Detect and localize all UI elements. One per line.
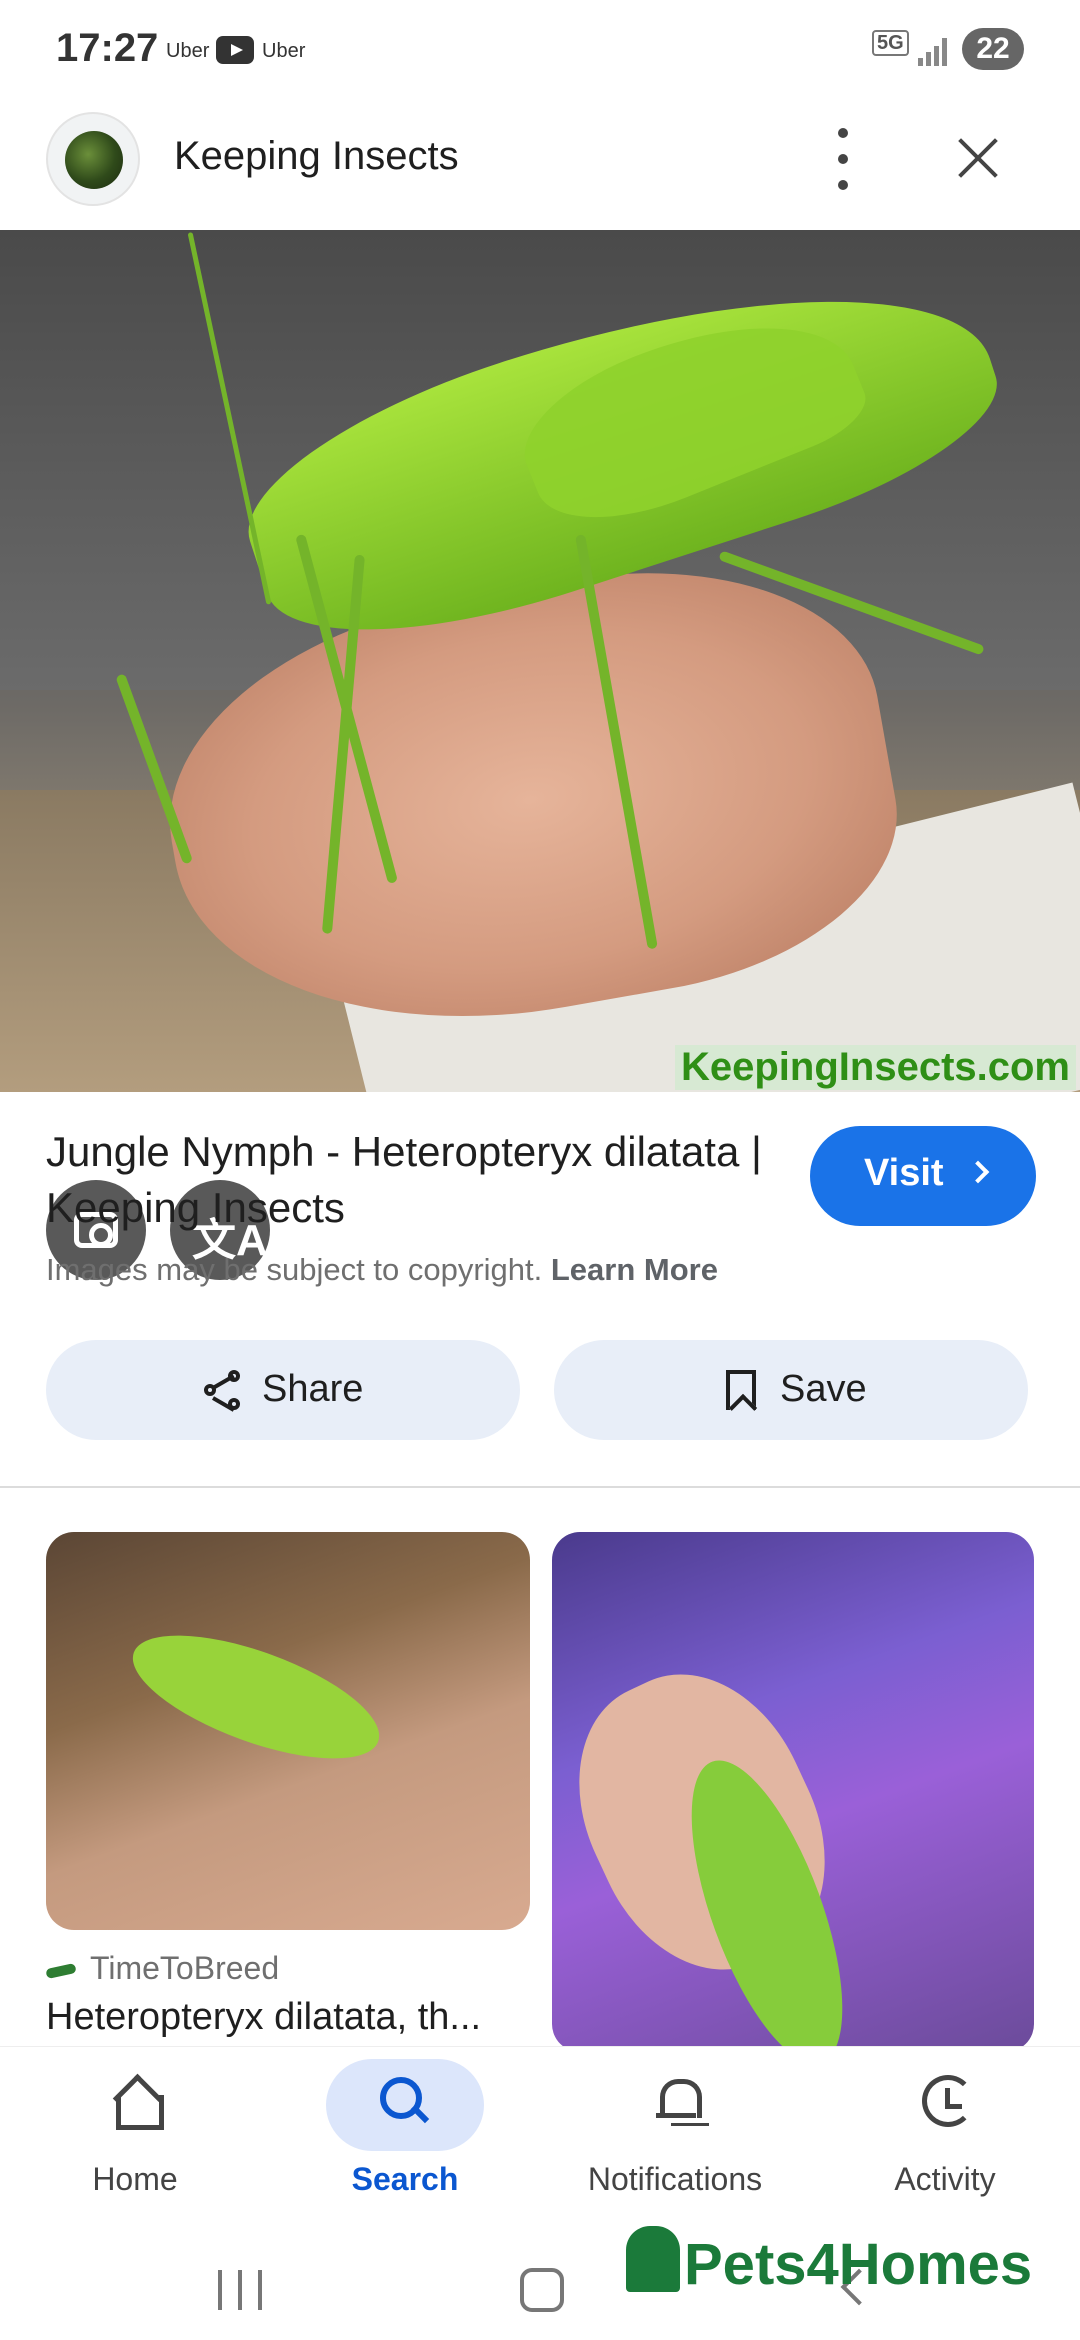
divider	[0, 1486, 1080, 1488]
share-icon	[204, 1370, 244, 1412]
related-image-card[interactable]	[552, 1532, 1034, 2052]
save-label: Save	[780, 1368, 867, 1410]
nav-home[interactable]: Home	[0, 2047, 270, 2241]
image-watermark: KeepingInsects.com	[674, 1045, 1076, 1090]
learn-more-link[interactable]: Learn More	[551, 1252, 718, 1287]
close-icon[interactable]	[950, 130, 1006, 186]
status-bar: 17:27 Uber Uber 5G 22	[0, 0, 1080, 100]
home-icon	[112, 2077, 164, 2130]
copyright-text: Images may be subject to copyright.	[46, 1252, 543, 1287]
ad-overlay[interactable]: Pets4Homes	[626, 2226, 1032, 2298]
bottom-navigation: Home Search Notifications Activity	[0, 2046, 1080, 2240]
status-time: 17:27	[56, 26, 159, 70]
site-name[interactable]: Keeping Insects	[174, 134, 459, 179]
visit-label: Visit	[864, 1152, 944, 1194]
related-source-name: TimeToBreed	[90, 1950, 280, 1986]
viewer-header: Keeping Insects	[0, 100, 1080, 230]
system-home-button[interactable]	[520, 2268, 564, 2312]
related-source[interactable]: TimeToBreed	[45, 1950, 280, 1987]
share-label: Share	[262, 1368, 364, 1410]
network-5g-icon: 5G	[872, 30, 909, 56]
copyright-notice: Images may be subject to copyright. Lear…	[46, 1252, 718, 1288]
chevron-right-icon	[966, 1160, 990, 1184]
bell-icon	[656, 2075, 702, 2127]
activity-icon	[922, 2075, 974, 2127]
bookmark-icon	[726, 1370, 756, 1410]
status-app-uber: Uber	[262, 40, 306, 62]
save-button[interactable]: Save	[554, 1340, 1028, 1440]
house-logo-icon	[626, 2226, 680, 2292]
battery-indicator: 22	[962, 28, 1024, 70]
share-button[interactable]: Share	[46, 1340, 520, 1440]
nav-home-label: Home	[92, 2161, 178, 2197]
nav-search-label: Search	[351, 2161, 459, 2197]
nav-notifications-label: Notifications	[587, 2161, 763, 2197]
nav-notifications[interactable]: Notifications	[540, 2047, 810, 2241]
more-options-button[interactable]	[820, 124, 868, 194]
nav-search[interactable]: Search	[270, 2047, 540, 2241]
search-icon	[380, 2077, 430, 2127]
source-favicon-icon	[45, 1962, 77, 1979]
status-app-uber: Uber	[166, 40, 210, 62]
related-title[interactable]: Heteropteryx dilatata, th...	[46, 1996, 530, 2039]
recents-button[interactable]	[218, 2270, 264, 2310]
signal-icon	[918, 36, 948, 66]
nav-activity[interactable]: Activity	[810, 2047, 1080, 2241]
youtube-icon	[216, 36, 254, 64]
nav-activity-label: Activity	[894, 2161, 996, 2197]
site-favicon[interactable]	[46, 112, 140, 206]
related-image-card[interactable]	[46, 1532, 530, 1930]
main-image[interactable]: KeepingInsects.com	[0, 230, 1080, 1092]
ad-brand: Pets4Homes	[684, 2232, 1033, 2297]
visit-button[interactable]: Visit	[810, 1126, 1036, 1226]
result-title[interactable]: Jungle Nymph - Heteropteryx dilatata | K…	[46, 1124, 766, 1236]
